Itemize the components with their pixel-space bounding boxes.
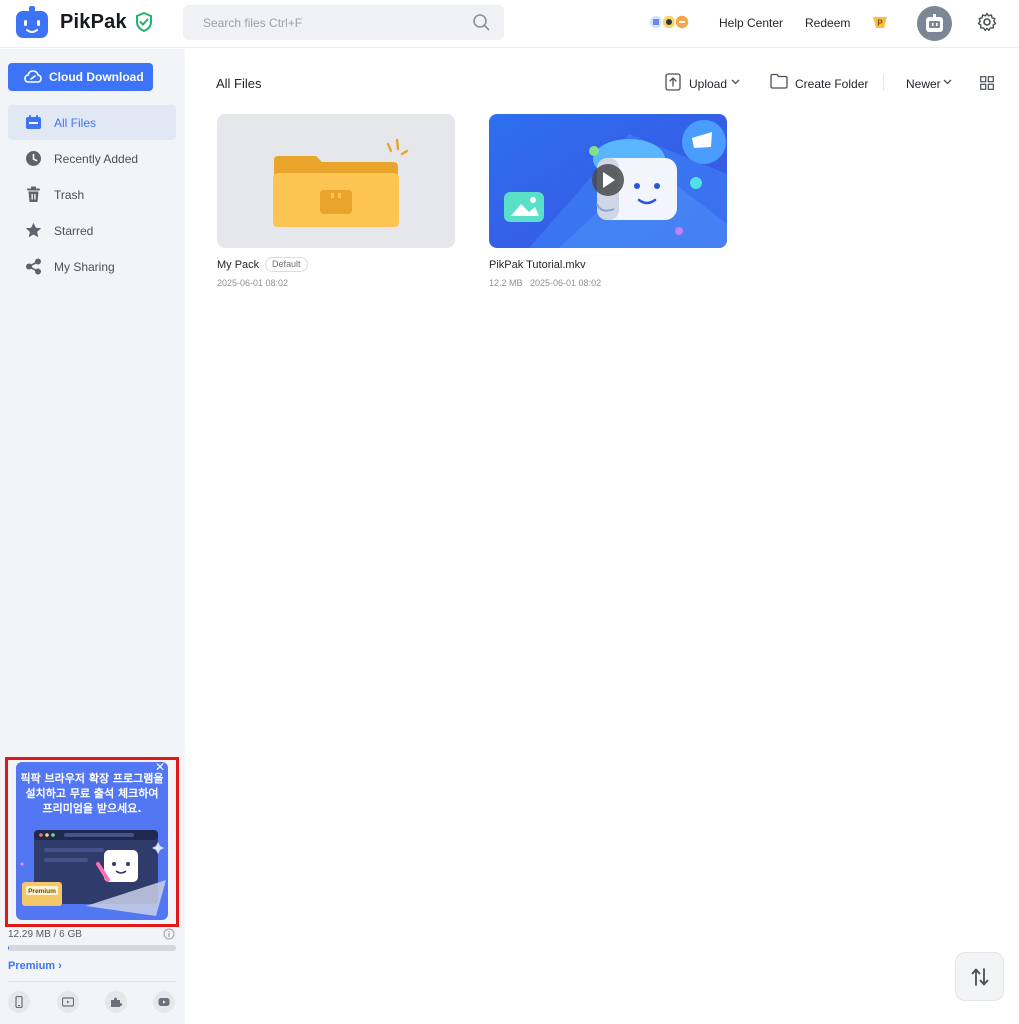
file-name: PikPak Tutorial.mkv — [489, 259, 586, 271]
folder-thumbnail — [217, 114, 455, 248]
promo-illustration: Premium — [20, 830, 166, 916]
sidebar-item-label: All Files — [54, 116, 97, 130]
sidebar-item-recently-added[interactable]: Recently Added — [8, 141, 176, 176]
info-icon[interactable] — [163, 928, 175, 940]
sidebar-divider — [8, 981, 176, 982]
youtube-icon[interactable] — [153, 991, 175, 1013]
sidebar-item-starred[interactable]: Starred — [8, 213, 176, 248]
trash-icon — [27, 186, 40, 202]
grid-view-icon — [980, 76, 994, 90]
user-avatar[interactable] — [917, 6, 952, 41]
create-folder-button[interactable]: Create Folder — [770, 73, 870, 93]
cloud-link-icon — [24, 70, 42, 83]
brand-name: PikPak — [60, 11, 127, 33]
sidebar: Cloud Download All Files Recently Added … — [0, 49, 185, 1024]
sidebar-item-label: Trash — [54, 188, 85, 202]
cloud-download-label: Cloud Download — [49, 70, 144, 84]
upload-button[interactable]: Upload — [665, 73, 745, 93]
grid-view-button[interactable] — [980, 73, 994, 93]
sidebar-item-label: Starred — [54, 224, 94, 238]
p-coin-icon[interactable]: P — [871, 14, 889, 30]
upload-label: Upload — [689, 77, 728, 91]
community-avatars-icon[interactable] — [648, 14, 692, 30]
create-folder-label: Create Folder — [795, 77, 869, 91]
storage-progress-bar — [8, 945, 176, 951]
upload-icon — [665, 73, 681, 91]
share-icon — [26, 258, 41, 275]
premium-link-label: Premium — [8, 960, 56, 972]
folder-outline-icon — [770, 73, 788, 89]
platform-links — [0, 991, 185, 1015]
promo-text: 픽팍 브라우저 확장 프로그램을 설치하고 무료 출석 체크하여 프리미엄을 받… — [20, 772, 164, 815]
toolbar-divider — [883, 75, 884, 91]
robot-avatar-icon — [926, 14, 943, 32]
video-preview-illustration — [489, 114, 727, 248]
video-thumbnail — [489, 114, 727, 248]
default-badge: Default — [265, 257, 308, 272]
transfer-button[interactable] — [955, 952, 1004, 1001]
storage-usage-text: 12.29 MB / 6 GB — [8, 929, 82, 940]
chevron-down-icon — [943, 79, 952, 85]
sidebar-item-trash[interactable]: Trash — [8, 177, 176, 212]
close-icon[interactable]: ✕ — [153, 762, 167, 775]
search-input[interactable] — [183, 5, 463, 40]
extension-icon[interactable] — [105, 991, 127, 1013]
file-name: My Pack — [217, 259, 260, 271]
chevron-down-icon — [731, 79, 740, 85]
mobile-icon[interactable] — [8, 991, 30, 1013]
page-title: All Files — [216, 76, 262, 91]
main-content: All Files Upload Create Folder Newer My … — [185, 49, 1019, 1024]
star-icon — [25, 222, 42, 238]
folder-icon — [26, 115, 41, 129]
sidebar-item-label: My Sharing — [54, 260, 115, 274]
redeem-link[interactable]: Redeem — [805, 16, 850, 30]
sidebar-item-label: Recently Added — [54, 152, 139, 166]
transfer-arrows-icon — [971, 968, 989, 986]
file-card-my-pack[interactable]: My Pack Default 2025-06-01 08:02 — [217, 114, 455, 288]
sidebar-item-all-files[interactable]: All Files — [8, 105, 176, 140]
sort-dropdown[interactable]: Newer — [906, 73, 956, 93]
cloud-download-button[interactable]: Cloud Download — [8, 63, 153, 91]
search-box — [183, 5, 504, 40]
extension-promo-banner[interactable]: 픽팍 브라우저 확장 프로그램을 설치하고 무료 출석 체크하여 프리미엄을 받… — [16, 762, 168, 920]
top-header: PikPak Help Center Redeem P — [0, 0, 1019, 48]
gear-icon[interactable] — [977, 12, 997, 32]
search-icon[interactable] — [472, 13, 490, 31]
folder-icon — [273, 138, 409, 227]
file-meta: 2025-06-01 08:02 — [217, 278, 289, 288]
pikpak-logo-icon[interactable] — [14, 6, 50, 40]
storage-progress-fill — [8, 945, 9, 951]
file-meta: 12.2 MB 2025-06-01 08:02 — [489, 278, 602, 288]
premium-badge-text: Premium — [28, 888, 56, 895]
svg-text:P: P — [877, 19, 883, 28]
premium-link[interactable]: Premium › — [8, 960, 62, 972]
sidebar-item-my-sharing[interactable]: My Sharing — [8, 249, 176, 284]
shield-check-icon[interactable] — [135, 12, 153, 32]
sort-label: Newer — [906, 77, 941, 91]
tv-icon[interactable] — [57, 991, 79, 1013]
chevron-right-icon: › — [58, 960, 62, 972]
clock-icon — [26, 151, 41, 166]
help-center-link[interactable]: Help Center — [719, 16, 783, 30]
promo-highlight-frame: 픽팍 브라우저 확장 프로그램을 설치하고 무료 출석 체크하여 프리미엄을 받… — [5, 757, 179, 927]
file-card-pikpak-tutorial[interactable]: PikPak Tutorial.mkv 12.2 MB 2025-06-01 0… — [489, 114, 727, 288]
